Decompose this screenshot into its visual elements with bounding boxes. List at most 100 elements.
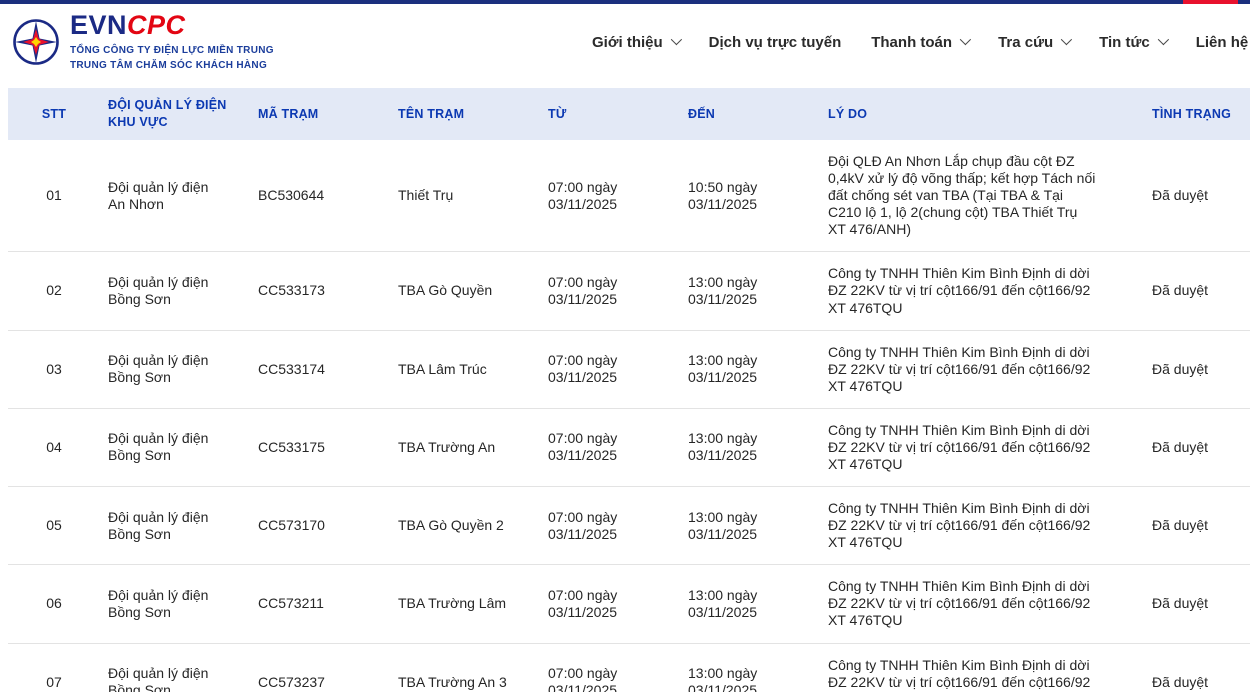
cell-station-name: Thiết Trụ — [390, 140, 540, 252]
cell-stt: 01 — [8, 140, 100, 252]
cell-status: Đã duyệt — [1140, 330, 1250, 408]
cell-station-code: BC530644 — [250, 140, 390, 252]
table-body: 01 Đội quản lý điện An Nhơn BC530644 Thi… — [8, 140, 1250, 692]
cell-to-time: 10:50 ngày 03/11/2025 — [680, 140, 820, 252]
cell-status: Đã duyệt — [1140, 140, 1250, 252]
table-row: 07 Đội quản lý điện Bồng Sơn CC573237 TB… — [8, 643, 1250, 692]
nav-item-label: Tra cứu — [998, 34, 1053, 51]
nav-item-tin-tuc[interactable]: Tin tức — [1099, 34, 1166, 51]
column-header-ma-tram: MÃ TRẠM — [250, 88, 390, 140]
brand-text: EVNCPC TỔNG CÔNG TY ĐIỆN LỰC MIỀN TRUNG … — [70, 12, 274, 73]
cell-from-time: 07:00 ngày 03/11/2025 — [540, 408, 680, 486]
cell-to-time: 13:00 ngày 03/11/2025 — [680, 252, 820, 330]
cell-status: Đã duyệt — [1140, 408, 1250, 486]
cell-station-name: TBA Trường Lâm — [390, 565, 540, 643]
cell-station-name: TBA Trường An — [390, 408, 540, 486]
chevron-down-icon — [1157, 33, 1168, 44]
cell-reason: Công ty TNHH Thiên Kim Bình Định di dời … — [820, 330, 1140, 408]
cell-team: Đội quản lý điện Bồng Sơn — [100, 565, 250, 643]
cell-from-time: 07:00 ngày 03/11/2025 — [540, 487, 680, 565]
column-header-doi-quan-ly: ĐỘI QUẢN LÝ ĐIỆN KHU VỰC — [100, 88, 250, 140]
cell-station-name: TBA Gò Quyền — [390, 252, 540, 330]
nav-item-label: Tin tức — [1099, 34, 1150, 51]
column-header-den: ĐẾN — [680, 88, 820, 140]
cell-team: Đội quản lý điện Bồng Sơn — [100, 643, 250, 692]
cell-team: Đội quản lý điện Bồng Sơn — [100, 487, 250, 565]
main-nav: Giới thiệu Dịch vụ trực tuyến Thanh toán… — [592, 4, 1248, 80]
cell-to-time: 13:00 ngày 03/11/2025 — [680, 408, 820, 486]
table-header-row: STT ĐỘI QUẢN LÝ ĐIỆN KHU VỰC MÃ TRẠM TÊN… — [8, 88, 1250, 140]
nav-item-label: Thanh toán — [871, 34, 952, 51]
column-header-ly-do: LÝ DO — [820, 88, 1140, 140]
cell-station-code: CC573170 — [250, 487, 390, 565]
chevron-down-icon — [1061, 33, 1072, 44]
column-header-tu: TỪ — [540, 88, 680, 140]
cell-status: Đã duyệt — [1140, 487, 1250, 565]
cell-from-time: 07:00 ngày 03/11/2025 — [540, 565, 680, 643]
nav-item-thanh-toan[interactable]: Thanh toán — [871, 34, 968, 51]
brand-cpc: CPC — [127, 10, 186, 40]
cell-from-time: 07:00 ngày 03/11/2025 — [540, 643, 680, 692]
brand-subtitle: TỔNG CÔNG TY ĐIỆN LỰC MIỀN TRUNG TRUNG T… — [70, 43, 274, 73]
chevron-down-icon — [670, 33, 681, 44]
cell-reason: Đội QLĐ An Nhơn Lắp chụp đầu cột ĐZ 0,4k… — [820, 140, 1140, 252]
nav-item-tra-cuu[interactable]: Tra cứu — [998, 34, 1069, 51]
evncpc-logo[interactable]: EVNCPC TỔNG CÔNG TY ĐIỆN LỰC MIỀN TRUNG … — [12, 12, 274, 73]
cell-to-time: 13:00 ngày 03/11/2025 — [680, 330, 820, 408]
table-row: 02 Đội quản lý điện Bồng Sơn CC533173 TB… — [8, 252, 1250, 330]
brand-name: EVNCPC — [70, 12, 274, 39]
nav-item-label: Liên hệ — [1196, 34, 1249, 51]
nav-item-label: Giới thiệu — [592, 34, 663, 51]
cell-station-name: TBA Trường An 3 — [390, 643, 540, 692]
cell-reason: Công ty TNHH Thiên Kim Bình Định di dời … — [820, 643, 1140, 692]
cell-reason: Công ty TNHH Thiên Kim Bình Định di dời … — [820, 408, 1140, 486]
cell-station-code: CC573237 — [250, 643, 390, 692]
column-header-stt: STT — [8, 88, 100, 140]
cell-to-time: 13:00 ngày 03/11/2025 — [680, 565, 820, 643]
cell-team: Đội quản lý điện An Nhơn — [100, 140, 250, 252]
cell-from-time: 07:00 ngày 03/11/2025 — [540, 330, 680, 408]
table-row: 01 Đội quản lý điện An Nhơn BC530644 Thi… — [8, 140, 1250, 252]
outage-table-container: STT ĐỘI QUẢN LÝ ĐIỆN KHU VỰC MÃ TRẠM TÊN… — [8, 88, 1250, 692]
cell-team: Đội quản lý điện Bồng Sơn — [100, 330, 250, 408]
table-row: 03 Đội quản lý điện Bồng Sơn CC533174 TB… — [8, 330, 1250, 408]
nav-item-gioi-thieu[interactable]: Giới thiệu — [592, 34, 679, 51]
cell-station-name: TBA Gò Quyền 2 — [390, 487, 540, 565]
chevron-down-icon — [960, 33, 971, 44]
brand-subtitle-line1: TỔNG CÔNG TY ĐIỆN LỰC MIỀN TRUNG — [70, 43, 274, 58]
cell-from-time: 07:00 ngày 03/11/2025 — [540, 140, 680, 252]
evn-star-logo-icon — [12, 18, 60, 66]
cell-reason: Công ty TNHH Thiên Kim Bình Định di dời … — [820, 252, 1140, 330]
cell-station-name: TBA Lâm Trúc — [390, 330, 540, 408]
cell-stt: 07 — [8, 643, 100, 692]
cell-stt: 04 — [8, 408, 100, 486]
nav-item-lien-he[interactable]: Liên hệ — [1196, 34, 1249, 51]
nav-item-dich-vu-truc-tuyen[interactable]: Dịch vụ trực tuyến — [709, 34, 842, 51]
site-header: EVNCPC TỔNG CÔNG TY ĐIỆN LỰC MIỀN TRUNG … — [0, 4, 1250, 80]
brand-evn: EVN — [70, 10, 127, 40]
cell-status: Đã duyệt — [1140, 643, 1250, 692]
column-header-tinh-trang: TÌNH TRẠNG — [1140, 88, 1250, 140]
outage-schedule-table: STT ĐỘI QUẢN LÝ ĐIỆN KHU VỰC MÃ TRẠM TÊN… — [8, 88, 1250, 692]
cell-stt: 03 — [8, 330, 100, 408]
brand-subtitle-line2: TRUNG TÂM CHĂM SÓC KHÁCH HÀNG — [70, 58, 274, 73]
table-row: 06 Đội quản lý điện Bồng Sơn CC573211 TB… — [8, 565, 1250, 643]
cell-station-code: CC533173 — [250, 252, 390, 330]
cell-stt: 05 — [8, 487, 100, 565]
table-row: 05 Đội quản lý điện Bồng Sơn CC573170 TB… — [8, 487, 1250, 565]
cell-reason: Công ty TNHH Thiên Kim Bình Định di dời … — [820, 487, 1140, 565]
nav-item-label: Dịch vụ trực tuyến — [709, 34, 842, 51]
column-header-ten-tram: TÊN TRẠM — [390, 88, 540, 140]
cell-team: Đội quản lý điện Bồng Sơn — [100, 252, 250, 330]
table-row: 04 Đội quản lý điện Bồng Sơn CC533175 TB… — [8, 408, 1250, 486]
cell-from-time: 07:00 ngày 03/11/2025 — [540, 252, 680, 330]
cell-status: Đã duyệt — [1140, 252, 1250, 330]
cell-status: Đã duyệt — [1140, 565, 1250, 643]
cell-stt: 02 — [8, 252, 100, 330]
cell-stt: 06 — [8, 565, 100, 643]
cell-to-time: 13:00 ngày 03/11/2025 — [680, 643, 820, 692]
cell-reason: Công ty TNHH Thiên Kim Bình Định di dời … — [820, 565, 1140, 643]
cell-station-code: CC533174 — [250, 330, 390, 408]
cell-station-code: CC573211 — [250, 565, 390, 643]
cell-team: Đội quản lý điện Bồng Sơn — [100, 408, 250, 486]
